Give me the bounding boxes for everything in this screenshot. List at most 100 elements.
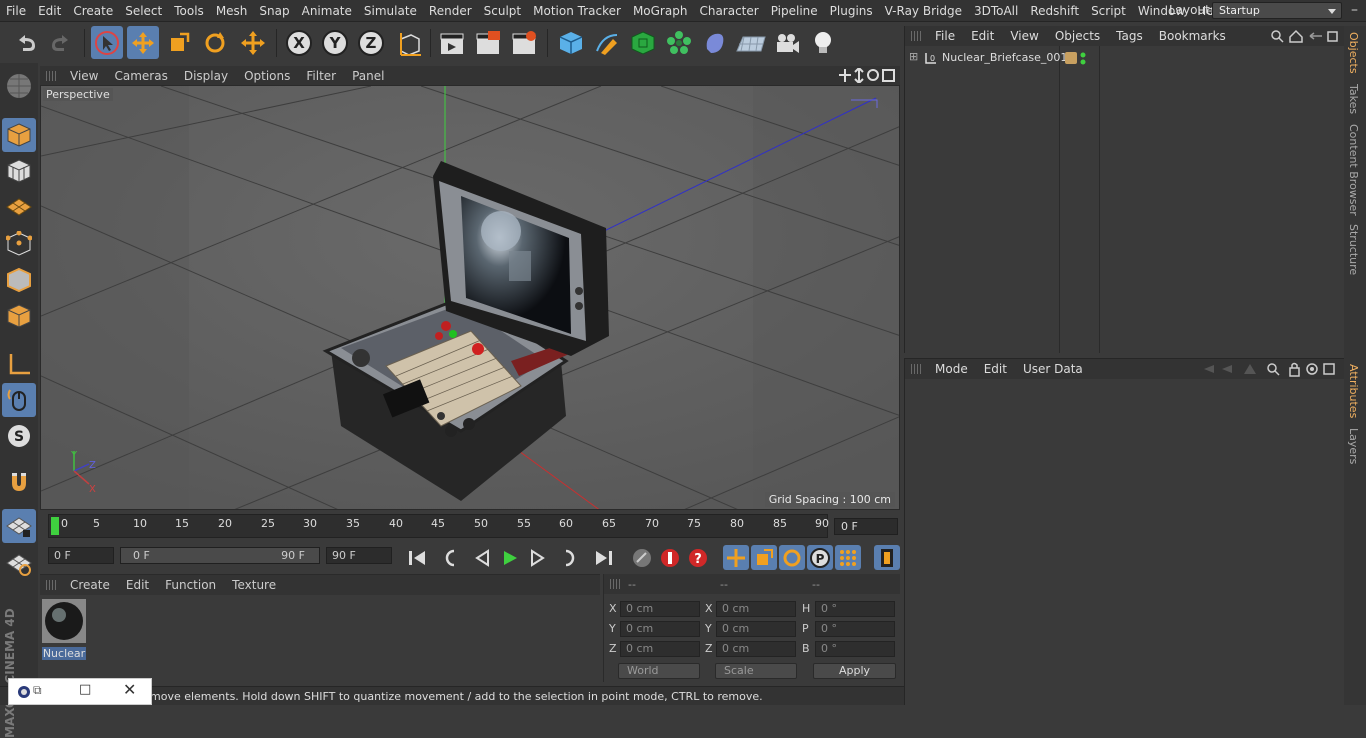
menu-snap[interactable]: Snap bbox=[253, 4, 295, 18]
minimize-icon[interactable]: – bbox=[1351, 2, 1358, 18]
edges-mode-button[interactable] bbox=[2, 263, 36, 297]
y-axis-button[interactable]: Y bbox=[319, 26, 351, 59]
texture-mode-button[interactable] bbox=[2, 154, 36, 188]
objects-menu-view[interactable]: View bbox=[1002, 29, 1046, 43]
menu-motion-tracker[interactable]: Motion Tracker bbox=[527, 4, 627, 18]
polygons-mode-button[interactable] bbox=[2, 299, 36, 333]
key-rotation-button[interactable] bbox=[779, 545, 805, 570]
workplane-button[interactable] bbox=[2, 190, 36, 224]
objects-menu-edit[interactable]: Edit bbox=[963, 29, 1002, 43]
rot-b-field[interactable]: 0 ° bbox=[815, 641, 895, 657]
render-settings-button[interactable] bbox=[508, 26, 540, 59]
axis-mode-button[interactable] bbox=[2, 347, 36, 381]
menu-simulate[interactable]: Simulate bbox=[358, 4, 423, 18]
apply-button[interactable]: Apply bbox=[813, 663, 896, 679]
live-selection-button[interactable] bbox=[91, 26, 123, 59]
cube-button[interactable] bbox=[555, 26, 587, 59]
recent-tools-button[interactable] bbox=[237, 26, 269, 59]
menu-render[interactable]: Render bbox=[423, 4, 478, 18]
viewport-menu-display[interactable]: Display bbox=[176, 69, 236, 83]
size-z-field[interactable]: 0 cm bbox=[716, 641, 796, 657]
x-axis-button[interactable]: X bbox=[283, 26, 315, 59]
go-to-end-button[interactable] bbox=[591, 545, 617, 570]
points-mode-button[interactable] bbox=[2, 227, 36, 261]
end-frame-field[interactable]: 90 F bbox=[326, 547, 392, 564]
tab-content-browser[interactable]: Content Browser bbox=[1347, 124, 1360, 216]
rot-h-field[interactable]: 0 ° bbox=[815, 601, 895, 617]
visibility-dots-icon[interactable] bbox=[1079, 51, 1087, 65]
expand-icon[interactable]: ⊞ bbox=[909, 50, 918, 63]
pos-z-field[interactable]: 0 cm bbox=[620, 641, 700, 657]
tab-layers[interactable]: Layers bbox=[1347, 428, 1360, 464]
objects-menu-file[interactable]: File bbox=[927, 29, 963, 43]
material-menu-create[interactable]: Create bbox=[62, 578, 118, 592]
next-frame-button[interactable] bbox=[525, 545, 551, 570]
material-menu-function[interactable]: Function bbox=[157, 578, 224, 592]
pos-y-field[interactable]: 0 cm bbox=[620, 621, 700, 637]
viewport-menu-filter[interactable]: Filter bbox=[298, 69, 344, 83]
redo-button[interactable] bbox=[45, 26, 77, 59]
rot-p-field[interactable]: 0 ° bbox=[815, 621, 895, 637]
menu-character[interactable]: Character bbox=[693, 4, 764, 18]
objects-menu-bookmarks[interactable]: Bookmarks bbox=[1151, 29, 1234, 43]
autokey-button[interactable] bbox=[657, 545, 683, 570]
undo-button[interactable] bbox=[10, 26, 42, 59]
menu-animate[interactable]: Animate bbox=[296, 4, 358, 18]
snap-button[interactable] bbox=[2, 465, 36, 499]
render-region-button[interactable] bbox=[472, 26, 504, 59]
key-pla-button[interactable] bbox=[835, 545, 861, 570]
floor-button[interactable] bbox=[735, 26, 767, 59]
menu-mesh[interactable]: Mesh bbox=[210, 4, 254, 18]
viewport-nav-icons[interactable] bbox=[838, 68, 896, 83]
scale-select[interactable]: Scale bbox=[715, 663, 797, 679]
grid-lock-button[interactable] bbox=[2, 509, 36, 543]
tweak-mode-button[interactable] bbox=[2, 383, 36, 417]
menu-sculpt[interactable]: Sculpt bbox=[478, 4, 527, 18]
make-editable-button[interactable] bbox=[2, 69, 36, 103]
attributes-menu-mode[interactable]: Mode bbox=[927, 362, 976, 376]
attribute-manager-tools[interactable] bbox=[1200, 362, 1340, 377]
model-mode-button[interactable] bbox=[2, 118, 36, 152]
z-axis-button[interactable]: Z bbox=[355, 26, 387, 59]
prev-frame-button[interactable] bbox=[469, 545, 495, 570]
timeline-ruler[interactable]: 0 5 10 15 20 25 30 35 40 45 50 55 60 65 … bbox=[40, 512, 900, 542]
viewport-menu-view[interactable]: View bbox=[62, 69, 106, 83]
pen-button[interactable] bbox=[591, 26, 623, 59]
camera-button[interactable] bbox=[771, 26, 803, 59]
material-menu-texture[interactable]: Texture bbox=[224, 578, 284, 592]
tab-attributes[interactable]: Attributes bbox=[1347, 364, 1360, 418]
world-select[interactable]: World bbox=[618, 663, 700, 679]
menu-tools[interactable]: Tools bbox=[168, 4, 210, 18]
menu-select[interactable]: Select bbox=[119, 4, 168, 18]
tab-structure[interactable]: Structure bbox=[1347, 224, 1360, 275]
timeline-window-button[interactable] bbox=[874, 545, 900, 570]
scale-button[interactable] bbox=[163, 26, 195, 59]
viewport-menu-cameras[interactable]: Cameras bbox=[106, 69, 175, 83]
cloner-button[interactable] bbox=[663, 26, 695, 59]
tree-row[interactable]: ⊞ 0 Nuclear_Briefcase_001 bbox=[905, 50, 1345, 67]
key-scale-button[interactable] bbox=[751, 545, 777, 570]
subdivision-button[interactable] bbox=[627, 26, 659, 59]
key-parameter-button[interactable]: P bbox=[807, 545, 833, 570]
range-slider[interactable]: 0 F 90 F bbox=[120, 547, 320, 564]
attributes-menu-edit[interactable]: Edit bbox=[976, 362, 1015, 376]
object-name[interactable]: Nuclear_Briefcase_001 bbox=[942, 51, 1067, 64]
layout-select[interactable]: Startup bbox=[1212, 2, 1342, 19]
go-to-start-button[interactable] bbox=[404, 545, 430, 570]
key-position-button[interactable] bbox=[723, 545, 749, 570]
attributes-menu-user-data[interactable]: User Data bbox=[1015, 362, 1091, 376]
menu-mograph[interactable]: MoGraph bbox=[627, 4, 694, 18]
size-y-field[interactable]: 0 cm bbox=[716, 621, 796, 637]
menu-file[interactable]: File bbox=[0, 4, 32, 18]
grid-snap-button[interactable] bbox=[2, 546, 36, 580]
keyframe-help-button[interactable]: ? bbox=[685, 545, 711, 570]
playhead-marker[interactable] bbox=[51, 517, 59, 535]
menu-redshift[interactable]: Redshift bbox=[1024, 4, 1085, 18]
objects-menu-objects[interactable]: Objects bbox=[1047, 29, 1108, 43]
menu-plugins[interactable]: Plugins bbox=[824, 4, 879, 18]
viewport-menu-panel[interactable]: Panel bbox=[344, 69, 392, 83]
render-view-button[interactable] bbox=[436, 26, 468, 59]
rotate-button[interactable] bbox=[199, 26, 231, 59]
frame-ruler[interactable]: 0 5 10 15 20 25 30 35 40 45 50 55 60 65 … bbox=[48, 514, 829, 538]
tab-objects[interactable]: Objects bbox=[1347, 32, 1360, 74]
